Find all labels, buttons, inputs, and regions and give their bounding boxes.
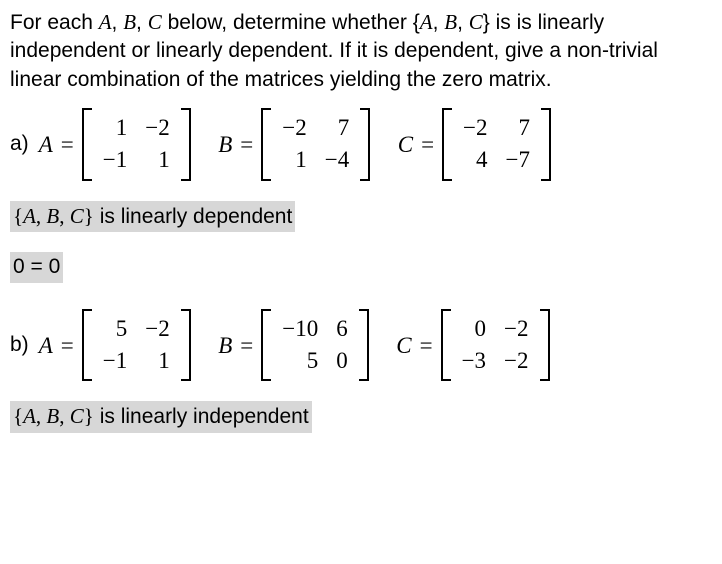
part-b-A-name: A xyxy=(39,330,53,361)
answer-highlight[interactable]: {A, B, C} is linearly independent xyxy=(10,401,312,432)
part-a-matrix-B: −27 1−4 xyxy=(261,108,370,181)
answer-set: {A, B, C} xyxy=(13,404,94,428)
part-b-matrices: b) A = 5−2 −11 B = −106 50 C = 0−2 xyxy=(10,309,712,382)
part-a-combo: 0 = 0 xyxy=(10,252,712,282)
part-a-B-name: B xyxy=(218,129,232,160)
part-a: a) A = 1−2 −11 B = −27 1−4 C = −27 xyxy=(10,108,712,283)
part-b-matrix-A: 5−2 −11 xyxy=(82,309,191,382)
part-a-matrices: a) A = 1−2 −11 B = −27 1−4 C = −27 xyxy=(10,108,712,181)
part-a-answer: {A, B, C} is linearly dependent xyxy=(10,201,712,232)
answer-highlight[interactable]: {A, B, C} is linearly dependent xyxy=(10,201,295,232)
part-b-answer: {A, B, C} is linearly independent xyxy=(10,401,712,432)
part-b-matrix-B: −106 50 xyxy=(261,309,368,382)
intro-text: For each xyxy=(10,11,99,34)
var-A: A xyxy=(99,10,112,34)
part-b-C-name: C xyxy=(396,330,411,361)
combo-highlight[interactable]: 0 = 0 xyxy=(10,252,63,282)
part-a-C-name: C xyxy=(398,129,413,160)
var-C: C xyxy=(148,10,162,34)
part-a-A-name: A xyxy=(39,129,53,160)
question-intro: For each A, B, C below, determine whethe… xyxy=(10,8,712,94)
answer-set: {A, B, C} xyxy=(13,204,94,228)
part-a-matrix-A: 1−2 −11 xyxy=(82,108,191,181)
part-b-label: b) xyxy=(10,331,29,359)
part-b-matrix-C: 0−2 −3−2 xyxy=(441,309,550,382)
part-a-matrix-C: −27 4−7 xyxy=(442,108,551,181)
part-b-B-name: B xyxy=(218,330,232,361)
var-B: B xyxy=(123,10,136,34)
part-b: b) A = 5−2 −11 B = −106 50 C = 0−2 xyxy=(10,309,712,433)
part-a-label: a) xyxy=(10,130,29,158)
